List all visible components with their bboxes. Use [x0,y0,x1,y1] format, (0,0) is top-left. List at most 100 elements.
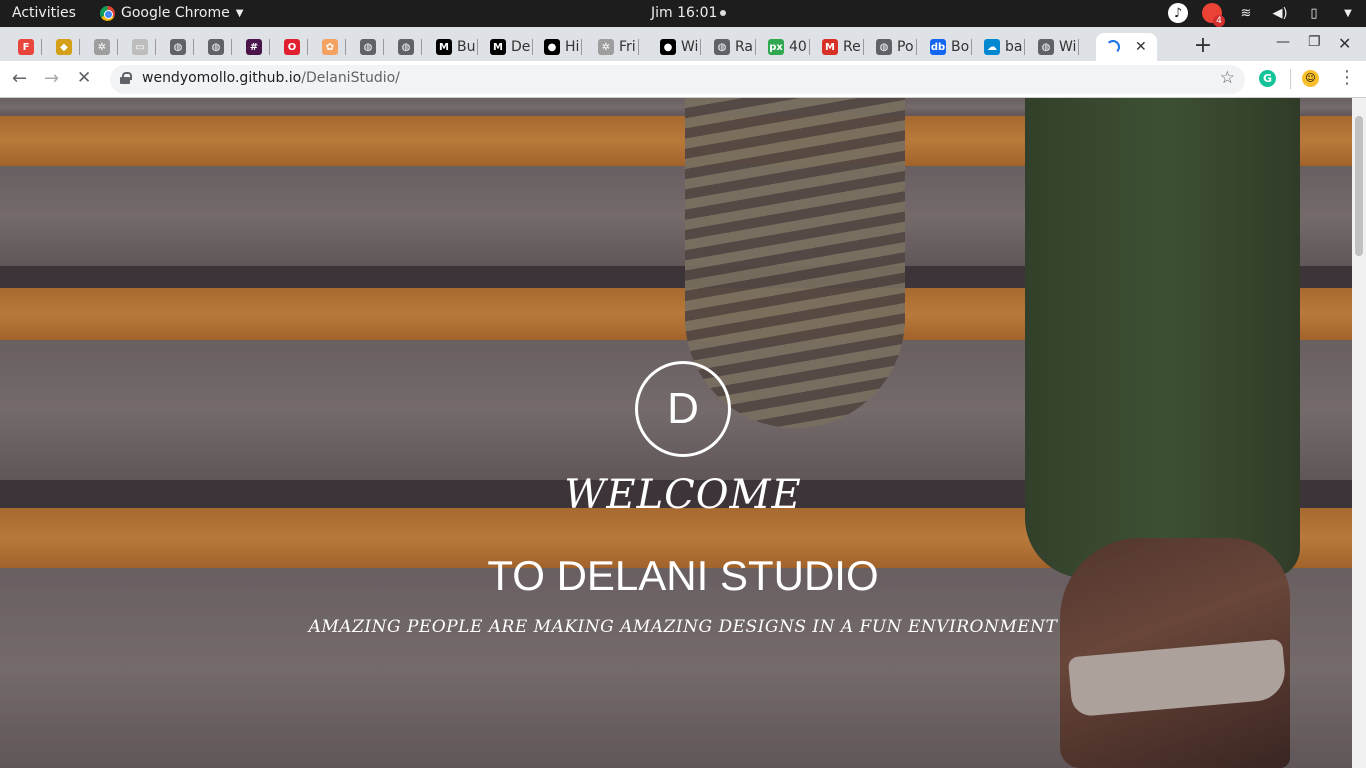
palm-icon: ✲ [598,39,614,55]
battery-icon[interactable]: ▯ [1304,3,1324,23]
browser-tab[interactable]: M Bu [436,33,479,61]
browser-tab[interactable]: ☁ ba [984,33,1026,61]
browser-tab[interactable]: ✲ Fri [598,33,639,61]
system-top-bar: Activities Google Chrome ▼ Jim 16:01 ♪ 4… [0,0,1366,27]
app-menu[interactable]: Google Chrome ▼ [100,5,243,21]
chrome-icon [100,5,115,21]
tab-separator [862,39,864,55]
tab-separator [581,39,583,55]
fab-icon: F [18,39,34,55]
page-scrollbar[interactable] [1352,98,1366,768]
browser-tab[interactable]: ● Hi [544,33,583,61]
tab-label: ba [1005,39,1023,55]
tab-separator [383,39,384,55]
hero-welcome-heading: WELCOME [564,472,802,518]
chrome-menu-button[interactable]: ⋮ [1338,67,1356,88]
browser-tab[interactable]: # [246,33,270,61]
tab-label: Fri [619,39,636,55]
notification-dot-icon [720,10,727,16]
tab-separator [231,39,232,55]
browser-tab[interactable]: M De [490,33,534,61]
browser-tab[interactable]: ◍ Wi [1038,33,1080,61]
emoji-extension-icon[interactable]: ☺ [1302,70,1319,87]
volume-icon[interactable]: ◀) [1270,3,1290,23]
brain-icon: ✿ [322,39,338,55]
browser-tab[interactable]: ◍ [208,33,232,61]
back-button[interactable]: ← [12,68,27,89]
tab-separator [915,39,917,55]
browser-tab[interactable]: ✿ [322,33,346,61]
app-name: Google Chrome [121,5,230,21]
browser-tab[interactable]: db Bo [930,33,973,61]
doc-icon: ▭ [132,39,148,55]
url-text[interactable]: wendyomollo.github.io/DelaniStudio/ [142,70,400,86]
medium-icon: M [436,39,452,55]
browser-tab[interactable]: ● Wi [660,33,702,61]
wifi-icon[interactable]: ≋ [1236,3,1256,23]
globe-icon: ◍ [170,39,186,55]
active-tab[interactable]: ✕ [1096,33,1157,61]
browser-tab[interactable]: ▭ [132,33,156,61]
px-icon: px [768,39,784,55]
browser-tab[interactable]: ◍ Ra [714,33,756,61]
browser-toolbar: ← → ✕ wendyomollo.github.io/DelaniStudio… [0,61,1366,98]
browser-tab[interactable]: ◆ [56,33,80,61]
activities-button[interactable]: Activities [12,5,76,21]
clock[interactable]: Jim 16:01 [651,5,727,21]
close-window-button[interactable]: ✕ [1338,34,1351,53]
tab-separator [155,39,156,55]
tab-separator [307,39,308,55]
tab-separator [808,39,810,55]
chevron-down-icon[interactable]: ▼ [1338,3,1358,23]
notification-app-icon[interactable]: 4 [1202,3,1225,27]
browser-tab[interactable]: ◍ Po [876,33,917,61]
tab-separator [637,39,639,55]
tab-separator [117,39,118,55]
browser-tab[interactable]: px 40 [768,33,810,61]
clock-text: Jim 16:01 [651,5,718,21]
browser-tab[interactable]: F [18,33,42,61]
globe-icon: ◍ [714,39,730,55]
opera-icon: O [284,39,300,55]
lock-icon[interactable] [120,72,132,84]
tab-separator [755,39,756,55]
palm-icon: ✲ [94,39,110,55]
hero-title: TO DELANI STUDIO [487,552,879,599]
browser-tab[interactable]: M Re [822,33,864,61]
browser-tab[interactable]: ◍ [360,33,384,61]
scrollbar-thumb[interactable] [1355,116,1363,256]
gmail-icon: M [822,39,838,55]
hero-tagline: AMAZING PEOPLE ARE MAKING AMAZING DESIGN… [308,617,1058,637]
system-tray[interactable]: ♪ 4 ≋ ◀) ▯ ▼ [1168,3,1358,27]
cloud-icon: ☁ [984,39,1000,55]
globe-icon: ◍ [1038,39,1054,55]
studio-logo[interactable]: D [635,361,731,457]
minimize-button[interactable]: — [1276,34,1290,50]
grammarly-extension-icon[interactable]: G [1259,70,1276,87]
tab-label: 40 [789,39,807,55]
close-tab-icon[interactable]: ✕ [1135,39,1147,55]
forward-button[interactable]: → [44,68,59,89]
browser-tab[interactable]: ◍ [398,33,422,61]
browser-tab[interactable]: ◍ [170,33,194,61]
new-tab-button[interactable]: + [1190,34,1216,60]
tab-separator [79,39,80,55]
maximize-button[interactable]: ❐ [1308,34,1321,50]
tab-separator [41,39,42,55]
tab-label: Po [897,39,914,55]
music-icon[interactable]: ♪ [1168,3,1188,23]
tab-separator [477,39,479,55]
address-bar[interactable]: wendyomollo.github.io/DelaniStudio/ ☆ [110,65,1245,94]
browser-tab[interactable]: ✲ [94,33,118,61]
tab-separator [1078,39,1080,55]
loading-spinner-icon [1106,40,1120,54]
stop-loading-button[interactable]: ✕ [77,68,91,88]
url-host: wendyomollo.github.io [142,70,302,86]
globe-icon: ◍ [876,39,892,55]
browser-tab[interactable]: O [284,33,308,61]
github-icon: ● [544,39,560,55]
tab-separator [700,39,702,55]
tab-label: Wi [681,39,699,55]
tab-label: Wi [1059,39,1077,55]
bookmark-star-icon[interactable]: ☆ [1220,68,1235,88]
